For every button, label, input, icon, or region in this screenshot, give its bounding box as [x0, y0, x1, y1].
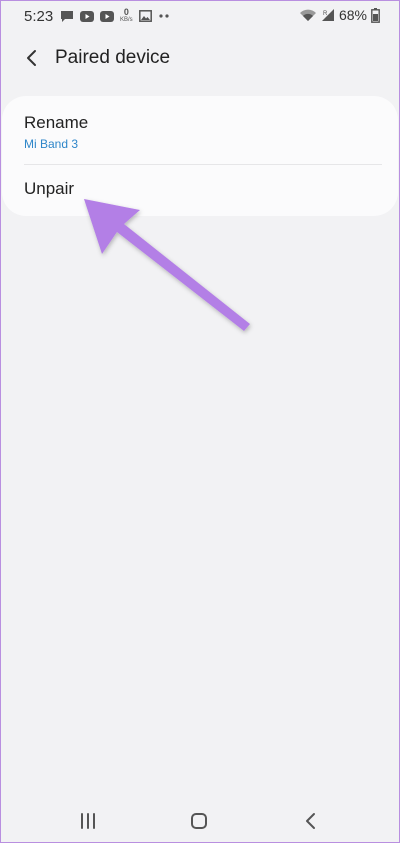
navigation-bar — [0, 800, 400, 843]
chevron-left-icon — [27, 50, 36, 66]
status-right: R 68% — [299, 7, 380, 23]
data-speed-indicator: 0 KB/s — [120, 8, 133, 24]
unpair-item[interactable]: Unpair — [2, 165, 398, 216]
battery-icon — [371, 7, 380, 23]
battery-percent: 68% — [338, 7, 367, 23]
app-header: Paired device — [0, 36, 400, 82]
data-speed-value: 0 — [123, 7, 129, 17]
more-notifications-icon — [159, 14, 169, 18]
page-title: Paired device — [55, 47, 171, 68]
status-bar: 5:23 0 KB/s R 68% — [0, 0, 400, 32]
rename-item[interactable]: Rename Mi Band 3 — [2, 96, 398, 164]
signal-icon: R — [321, 9, 334, 21]
svg-text:R: R — [323, 11, 328, 17]
nav-back-button[interactable] — [296, 808, 326, 834]
message-icon — [61, 10, 73, 22]
settings-card: Rename Mi Band 3 Unpair — [2, 96, 398, 216]
unpair-label: Unpair — [24, 179, 75, 198]
notification-icons: 0 KB/s — [60, 8, 170, 24]
nav-back-icon — [306, 813, 315, 829]
back-button[interactable] — [20, 46, 44, 70]
youtube-icon — [100, 10, 114, 22]
wifi-icon — [299, 9, 316, 21]
device-name-subtext: Mi Band 3 — [24, 137, 79, 151]
data-speed-unit: KB/s — [120, 17, 133, 23]
home-button[interactable] — [184, 808, 214, 834]
home-icon — [191, 813, 207, 829]
recents-icon — [81, 813, 95, 829]
image-icon — [138, 10, 152, 22]
status-time: 5:23 — [24, 8, 54, 25]
recents-button[interactable] — [73, 808, 103, 834]
rename-label: Rename — [24, 113, 89, 132]
youtube-icon — [80, 10, 94, 22]
